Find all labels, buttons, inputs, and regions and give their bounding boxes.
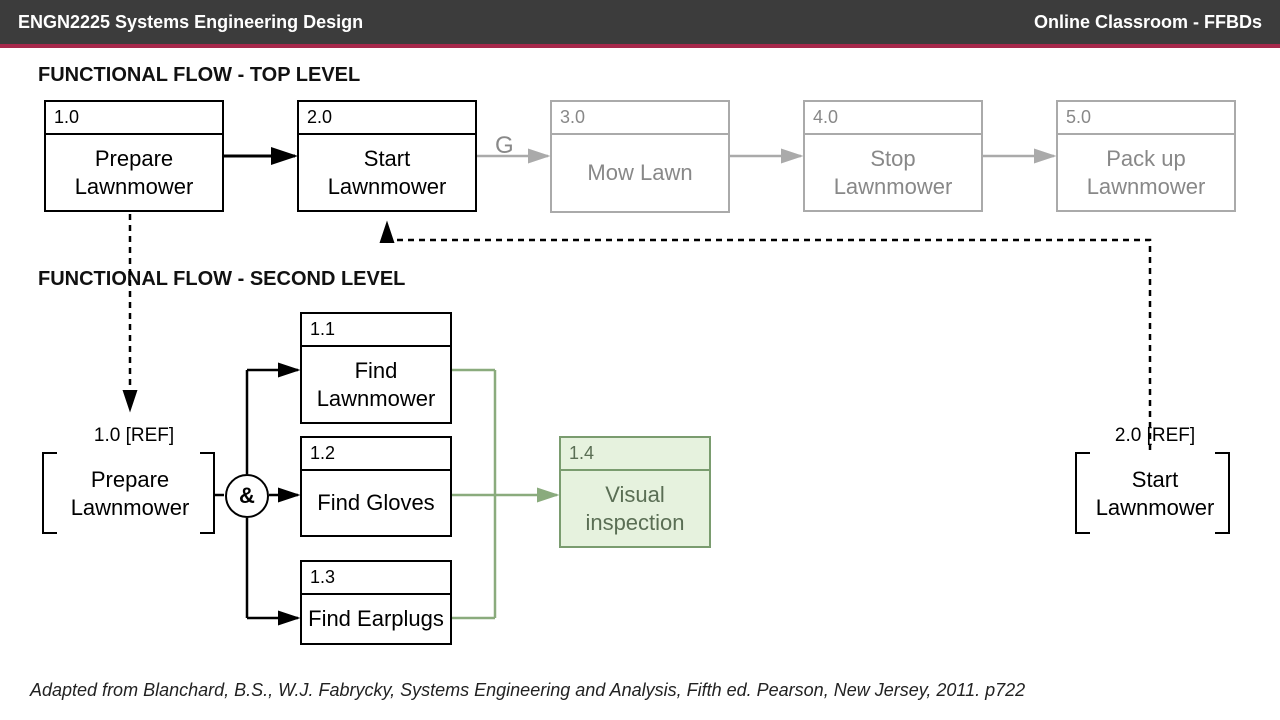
box-label: Mow Lawn xyxy=(552,135,728,211)
box-num: 2.0 xyxy=(299,102,475,135)
bracket-icon xyxy=(200,452,215,534)
box-1-4: 1.4 Visual inspection xyxy=(559,436,711,548)
box-3-0: 3.0 Mow Lawn xyxy=(550,100,730,213)
box-label: Stop Lawnmower xyxy=(805,135,981,210)
box-label: Find Lawnmower xyxy=(302,347,450,422)
section-title-top: FUNCTIONAL FLOW - TOP LEVEL xyxy=(38,64,360,87)
and-gate: & xyxy=(225,474,269,518)
box-num: 4.0 xyxy=(805,102,981,135)
box-4-0: 4.0 Stop Lawnmower xyxy=(803,100,983,212)
and-symbol: & xyxy=(239,483,255,509)
section-title-second: FUNCTIONAL FLOW - SECOND LEVEL xyxy=(38,268,405,291)
box-num: 5.0 xyxy=(1058,102,1234,135)
box-1-1: 1.1 Find Lawnmower xyxy=(300,312,452,424)
box-5-0: 5.0 Pack up Lawnmower xyxy=(1056,100,1236,212)
header-left: ENGN2225 Systems Engineering Design xyxy=(18,12,363,33)
box-num: 1.0 xyxy=(46,102,222,135)
ref-left-tag: 1.0 [REF] xyxy=(74,425,194,447)
box-label: Find Earplugs xyxy=(302,595,450,643)
box-label: Visual inspection xyxy=(561,471,709,546)
box-label: Pack up Lawnmower xyxy=(1058,135,1234,210)
box-num: 3.0 xyxy=(552,102,728,135)
box-num: 1.2 xyxy=(302,438,450,471)
ref-left-label: Prepare Lawnmower xyxy=(60,466,200,521)
ref-right-tag: 2.0 [REF] xyxy=(1095,425,1215,447)
box-1-0: 1.0 Prepare Lawnmower xyxy=(44,100,224,212)
box-num: 1.4 xyxy=(561,438,709,471)
header-right: Online Classroom - FFBDs xyxy=(1034,12,1262,33)
citation: Adapted from Blanchard, B.S., W.J. Fabry… xyxy=(30,680,1025,701)
box-num: 1.1 xyxy=(302,314,450,347)
ref-right-label: Start Lawnmower xyxy=(1085,466,1225,521)
box-label: Prepare Lawnmower xyxy=(46,135,222,210)
bracket-icon xyxy=(1075,452,1090,534)
box-2-0: 2.0 Start Lawnmower xyxy=(297,100,477,212)
box-label: Start Lawnmower xyxy=(299,135,475,210)
bracket-icon xyxy=(42,452,57,534)
box-label: Find Gloves xyxy=(302,471,450,535)
box-1-3: 1.3 Find Earplugs xyxy=(300,560,452,645)
g-label: G xyxy=(495,132,514,160)
page-header: ENGN2225 Systems Engineering Design Onli… xyxy=(0,0,1280,48)
box-num: 1.3 xyxy=(302,562,450,595)
bracket-icon xyxy=(1215,452,1230,534)
box-1-2: 1.2 Find Gloves xyxy=(300,436,452,537)
